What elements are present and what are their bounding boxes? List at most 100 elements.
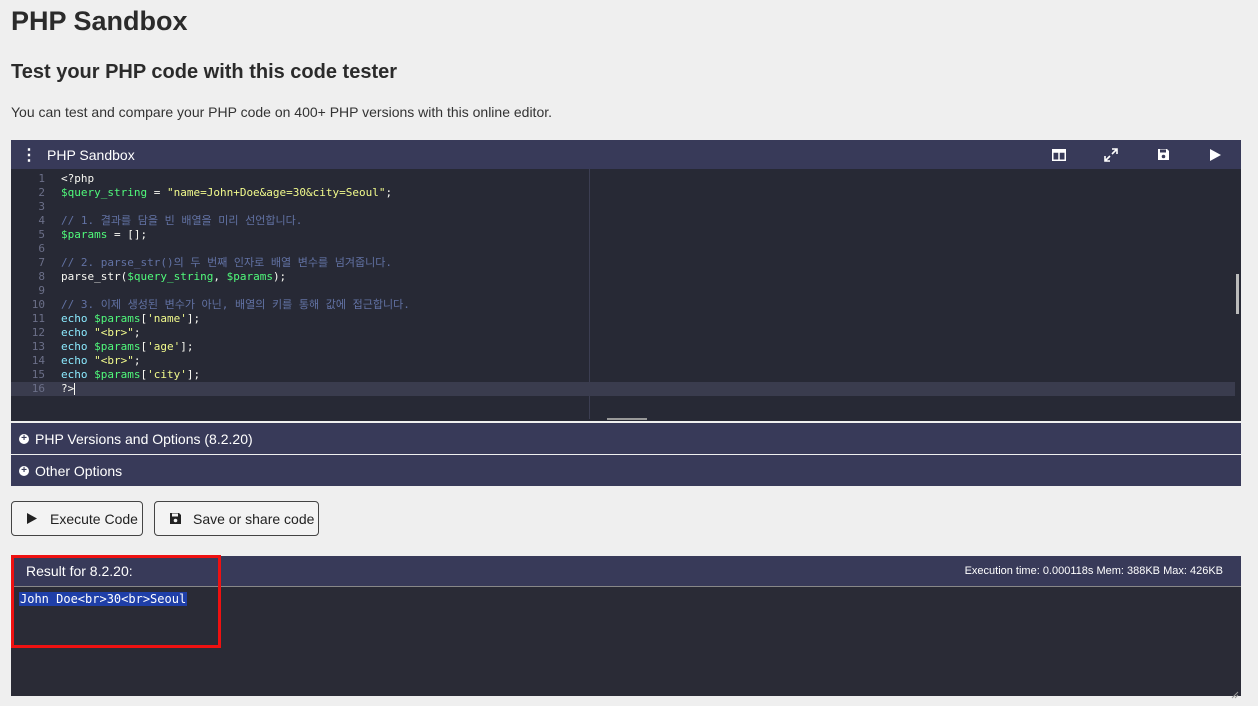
code-editor[interactable]: 1 <?php 2 $query_string = "name=John+Doe&ag…: [11, 169, 1241, 421]
execute-code-button[interactable]: Execute Code: [11, 501, 143, 536]
code-line[interactable]: 5 $params = [];: [11, 228, 1235, 242]
line-number: 13: [31, 340, 45, 353]
line-number: 8: [38, 270, 45, 283]
code-token: ;: [133, 354, 141, 367]
line-number: 9: [38, 284, 45, 297]
line-number: 5: [38, 228, 45, 241]
code-token: = [];: [107, 228, 148, 241]
code-line[interactable]: 1 <?php: [11, 172, 1235, 186]
resize-grip-icon[interactable]: [1231, 686, 1239, 699]
horizontal-scrollbar[interactable]: [607, 418, 647, 420]
other-options-label: Other Options: [35, 462, 123, 479]
code-token: ;: [133, 326, 141, 339]
code-token: 'name': [147, 312, 187, 325]
code-line[interactable]: 8 parse_str($query_string, $params);: [11, 270, 1235, 284]
code-token: );: [272, 270, 287, 283]
code-token: // 2. parse_str()의 두 번째 인자로 배열 변수를 넘겨줍니다…: [61, 256, 392, 269]
code-text: echo $params['city'];: [61, 368, 200, 382]
code-line[interactable]: 3: [11, 200, 1235, 214]
code-line[interactable]: 13 echo $params['age'];: [11, 340, 1235, 354]
code-line[interactable]: 10 // 3. 이제 생성된 변수가 아닌, 배열의 키를 통해 값에 접근합니…: [11, 298, 1235, 312]
code-token: ];: [180, 340, 194, 353]
code-token: echo: [61, 312, 95, 325]
code-text: $query_string = "name=John+Doe&age=30&ci…: [61, 186, 392, 200]
line-number: 11: [31, 312, 45, 325]
code-token: $params: [94, 312, 141, 325]
text-cursor: [74, 383, 76, 395]
other-options-accordion[interactable]: + Other Options: [11, 455, 1241, 486]
line-number: 4: [38, 214, 45, 227]
code-line[interactable]: 11 echo $params['name'];: [11, 312, 1235, 326]
code-token: "<br>": [94, 326, 134, 339]
run-icon[interactable]: [1189, 140, 1241, 169]
play-icon: [24, 511, 40, 527]
fullscreen-icon[interactable]: [1085, 140, 1137, 169]
code-text: // 3. 이제 생성된 변수가 아닌, 배열의 키를 통해 값에 접근합니다.: [61, 298, 410, 312]
execute-code-label: Execute Code: [50, 510, 138, 527]
page-title: PHP Sandbox: [11, 6, 188, 36]
code-line[interactable]: 15 echo $params['city'];: [11, 368, 1235, 382]
code-text: $params = [];: [61, 228, 147, 242]
php-versions-accordion[interactable]: + PHP Versions and Options (8.2.20): [11, 423, 1241, 454]
code-line[interactable]: 16 ?>: [11, 382, 1235, 396]
line-number: 7: [38, 256, 45, 269]
line-number: 2: [38, 186, 45, 199]
code-text: echo "<br>";: [61, 354, 141, 368]
code-text: echo "<br>";: [61, 326, 141, 340]
menu-icon[interactable]: ⋮: [11, 145, 47, 165]
code-token: echo: [61, 326, 95, 339]
execution-info: Execution time: 0.000118s Mem: 388KB Max…: [964, 565, 1223, 577]
editor-title: PHP Sandbox: [47, 146, 135, 163]
code-line[interactable]: 7 // 2. parse_str()의 두 번째 인자로 배열 변수를 넘겨줍니…: [11, 256, 1235, 270]
code-line[interactable]: 4 // 1. 결과를 담을 빈 배열을 미리 선언합니다.: [11, 214, 1235, 228]
code-text: // 2. parse_str()의 두 번째 인자로 배열 변수를 넘겨줍니다…: [61, 256, 392, 270]
save-share-button[interactable]: Save or share code: [154, 501, 319, 536]
code-token: // 1. 결과를 담을 빈 배열을 미리 선언합니다.: [61, 214, 303, 227]
code-line[interactable]: 14 echo "<br>";: [11, 354, 1235, 368]
code-token: $params: [94, 340, 141, 353]
code-token: ?>: [61, 382, 75, 395]
code-token: <?php: [61, 172, 95, 185]
highlight-box: [11, 555, 221, 648]
code-token: "name=John+Doe&age=30&city=Seoul": [166, 186, 386, 199]
code-line[interactable]: 6: [11, 242, 1235, 256]
code-token: ];: [186, 312, 201, 325]
line-number: 12: [31, 326, 45, 339]
vertical-scrollbar[interactable]: [1236, 274, 1239, 314]
line-number: 6: [38, 242, 45, 255]
code-text: echo $params['name'];: [61, 312, 200, 326]
code-line[interactable]: 2 $query_string = "name=John+Doe&age=30&c…: [11, 186, 1235, 200]
code-token: $params: [94, 368, 141, 381]
code-token: ,: [213, 270, 227, 283]
code-text: ?>: [61, 382, 76, 396]
code-token: echo: [61, 354, 95, 367]
editor-toolbar: [1033, 140, 1241, 169]
code-text: parse_str($query_string, $params);: [61, 270, 286, 284]
code-token: $query_string: [61, 186, 148, 199]
split-view-icon[interactable]: [1033, 140, 1085, 169]
php-versions-label: PHP Versions and Options (8.2.20): [35, 430, 253, 447]
save-icon[interactable]: [1137, 140, 1189, 169]
code-token: ;: [385, 186, 393, 199]
code-token: 'age': [147, 340, 181, 353]
code-line[interactable]: 9: [11, 284, 1235, 298]
code-token: $query_string: [127, 270, 214, 283]
line-number: 14: [31, 354, 45, 367]
code-text: <?php: [61, 172, 94, 186]
code-token: parse_str(: [61, 270, 128, 283]
code-token: "<br>": [94, 354, 134, 367]
code-token: ];: [186, 368, 201, 381]
code-token: $params: [226, 270, 273, 283]
code-token: echo: [61, 368, 95, 381]
line-number: 3: [38, 200, 45, 213]
line-number: 10: [31, 298, 45, 311]
plus-circle-icon: +: [19, 433, 29, 444]
code-line[interactable]: 12 echo "<br>";: [11, 326, 1235, 340]
code-editor-panel: ⋮ PHP Sandbox 1 <?php 2 $query_string = "na…: [11, 140, 1241, 421]
code-text: // 1. 결과를 담을 빈 배열을 미리 선언합니다.: [61, 214, 302, 228]
code-lines[interactable]: 1 <?php 2 $query_string = "name=John+Doe&ag…: [11, 172, 1235, 396]
code-token: =: [147, 186, 167, 199]
page-subtitle: Test your PHP code with this code tester: [11, 61, 398, 83]
line-number: 15: [31, 368, 45, 381]
line-number: 16: [31, 382, 45, 395]
